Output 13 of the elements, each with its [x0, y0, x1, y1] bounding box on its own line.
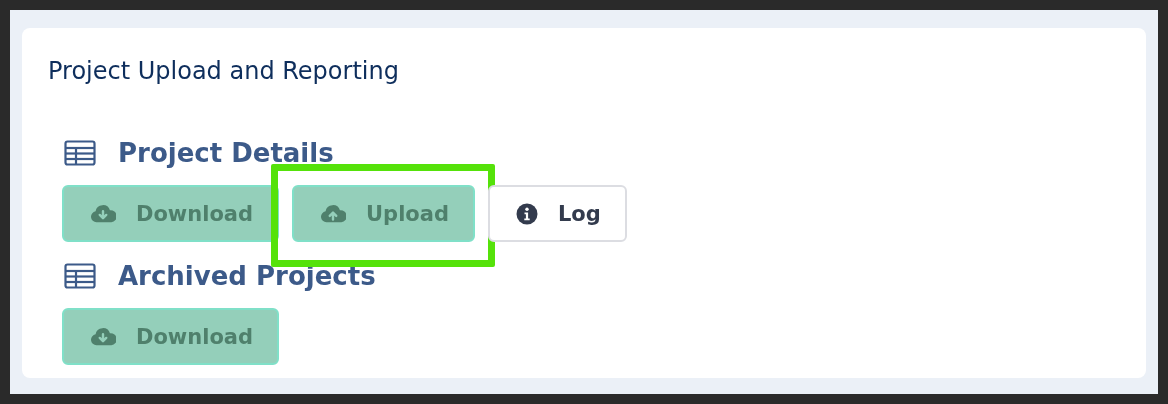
download-button[interactable]: Download	[62, 185, 280, 242]
table-icon	[64, 140, 96, 166]
download-button[interactable]: Download	[62, 308, 280, 365]
log-button[interactable]: Log	[487, 185, 627, 242]
table-icon	[64, 263, 96, 289]
card-title: Project Upload and Reporting	[48, 56, 400, 87]
cloud-download-icon	[90, 202, 116, 225]
upload-button[interactable]: Upload	[292, 185, 475, 242]
cloud-download-icon	[90, 325, 116, 348]
cloud-upload-icon	[320, 202, 347, 225]
section-heading: Project Details	[118, 137, 334, 169]
info-icon	[515, 202, 538, 225]
section-heading: Archived Projects	[118, 260, 376, 292]
